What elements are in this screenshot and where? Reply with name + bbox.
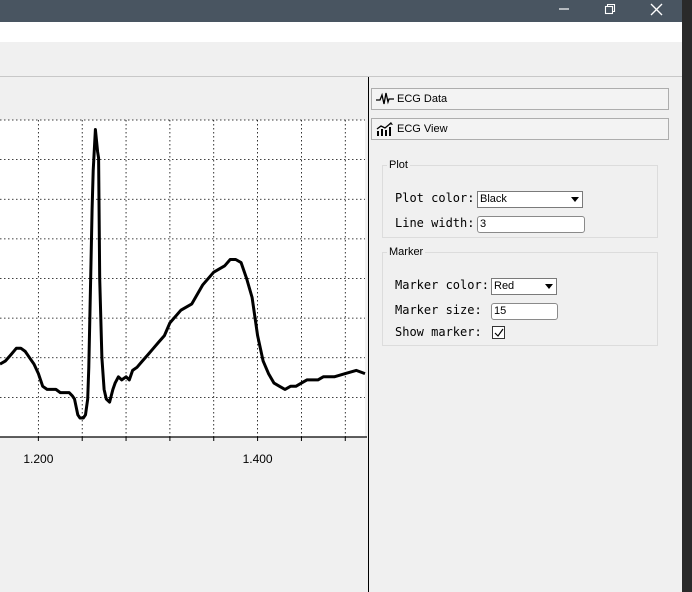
marker-size-label: Marker size: bbox=[395, 303, 482, 317]
chart-icon bbox=[376, 122, 394, 136]
show-marker-label: Show marker: bbox=[395, 325, 482, 339]
window-titlebar bbox=[0, 0, 682, 22]
settings-panel: ECG Data ECG View Plot Plot color: Black… bbox=[369, 77, 682, 592]
menu-bar bbox=[0, 22, 682, 42]
marker-group: Marker Marker color: Red Marker size: 15… bbox=[382, 246, 658, 346]
checkmark-icon bbox=[494, 328, 504, 337]
ecg-data-label: ECG Data bbox=[397, 93, 448, 105]
ecg-chart[interactable]: 1.200 1.400 bbox=[0, 77, 368, 592]
plot-group-title: Plot bbox=[389, 159, 408, 171]
ecg-view-label: ECG View bbox=[397, 123, 448, 135]
x-tick-label: 1.200 bbox=[23, 452, 53, 466]
minimize-icon bbox=[558, 3, 570, 19]
x-tick-label: 1.400 bbox=[243, 452, 273, 466]
close-button[interactable] bbox=[633, 0, 679, 22]
window-shadow bbox=[682, 0, 692, 592]
line-width-label: Line width: bbox=[395, 216, 475, 230]
chevron-down-icon bbox=[545, 284, 553, 289]
ecg-view-button[interactable]: ECG View bbox=[371, 118, 669, 140]
restore-button[interactable] bbox=[587, 0, 633, 22]
marker-group-title: Marker bbox=[389, 246, 424, 258]
line-width-input[interactable]: 3 bbox=[477, 216, 585, 233]
close-icon bbox=[650, 1, 663, 20]
marker-color-select[interactable]: Red bbox=[491, 278, 557, 295]
chevron-down-icon bbox=[571, 197, 579, 202]
ecg-plot-area[interactable]: 1.200 1.400 bbox=[0, 77, 368, 592]
ecg-data-button[interactable]: ECG Data bbox=[371, 88, 669, 110]
marker-color-label: Marker color: bbox=[395, 278, 489, 292]
marker-size-value: 15 bbox=[494, 305, 507, 317]
restore-icon bbox=[604, 3, 616, 19]
plot-color-value: Black bbox=[480, 193, 507, 205]
marker-color-value: Red bbox=[494, 280, 515, 292]
toolbar bbox=[0, 42, 682, 77]
marker-size-input[interactable]: 15 bbox=[491, 303, 558, 320]
waveform-icon bbox=[376, 92, 394, 106]
plot-color-select[interactable]: Black bbox=[477, 191, 583, 208]
plot-group: Plot Plot color: Black Line width: 3 bbox=[382, 159, 658, 238]
show-marker-checkbox[interactable] bbox=[492, 326, 505, 339]
plot-color-label: Plot color: bbox=[395, 191, 475, 205]
line-width-value: 3 bbox=[480, 218, 487, 230]
minimize-button[interactable] bbox=[541, 0, 587, 22]
